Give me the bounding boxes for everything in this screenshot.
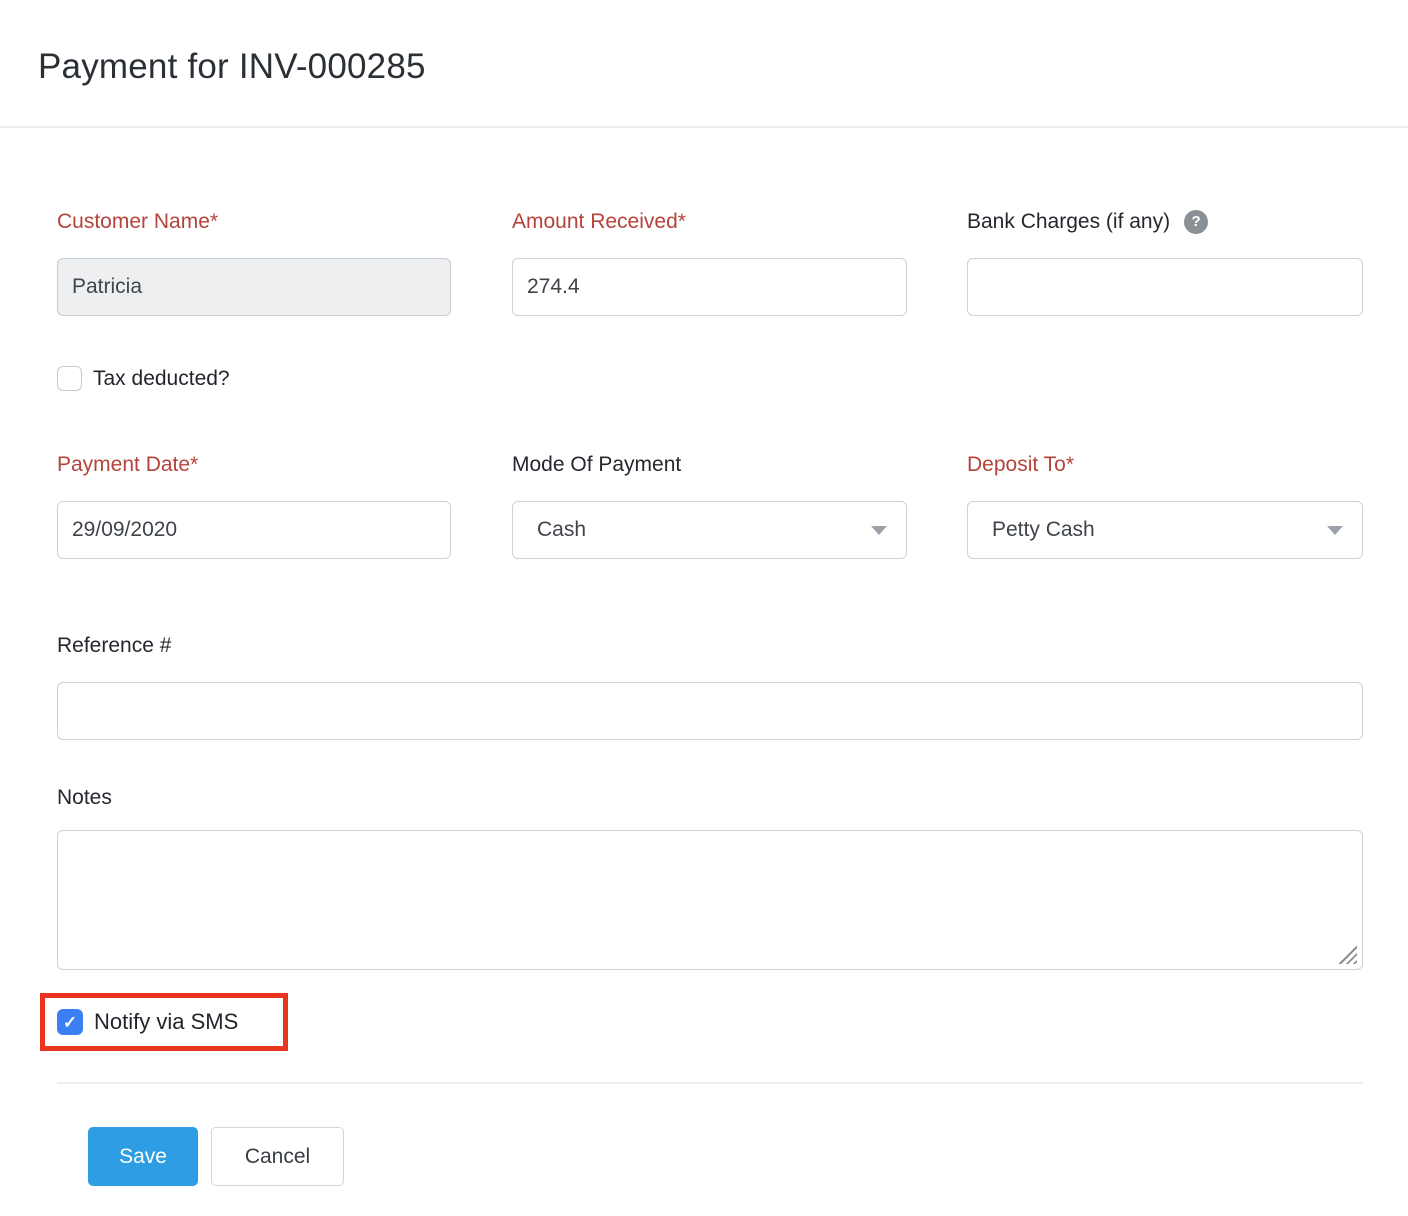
footer-divider <box>57 1082 1363 1084</box>
chevron-down-icon <box>1327 526 1343 535</box>
mode-of-payment-select[interactable]: Cash <box>512 501 907 559</box>
bank-charges-label: Bank Charges (if any) <box>967 210 1170 234</box>
reference-number-input[interactable] <box>57 682 1363 740</box>
notify-sms-label: Notify via SMS <box>94 1009 238 1035</box>
check-icon: ✓ <box>63 1014 77 1031</box>
tax-deducted-label: Tax deducted? <box>93 367 230 391</box>
notify-sms-highlight-annotation: ✓ Notify via SMS <box>40 993 288 1051</box>
field-bank-charges: Bank Charges (if any) ? <box>967 210 1363 316</box>
field-mode-of-payment: Mode Of Payment Cash <box>512 453 907 559</box>
amount-received-input[interactable] <box>512 258 907 316</box>
customer-name-input[interactable] <box>57 258 451 316</box>
chevron-down-icon <box>871 526 887 535</box>
field-deposit-to: Deposit To* Petty Cash <box>967 453 1363 559</box>
deposit-to-value: Petty Cash <box>992 518 1095 542</box>
tax-deducted-row: ✓ Tax deducted? <box>57 366 230 391</box>
cancel-button[interactable]: Cancel <box>211 1127 344 1186</box>
notify-sms-checkbox[interactable]: ✓ <box>57 1009 83 1035</box>
notes-label: Notes <box>57 786 1363 810</box>
customer-name-label: Customer Name* <box>57 210 451 234</box>
save-button[interactable]: Save <box>88 1127 198 1186</box>
field-reference-number: Reference # <box>57 634 1363 740</box>
tax-deducted-checkbox[interactable]: ✓ <box>57 366 82 391</box>
mode-of-payment-label: Mode Of Payment <box>512 453 907 477</box>
header-divider <box>0 126 1408 128</box>
page-title: Payment for INV-000285 <box>38 47 426 87</box>
amount-received-label: Amount Received* <box>512 210 907 234</box>
help-icon[interactable]: ? <box>1184 210 1208 234</box>
notes-field <box>57 830 1363 970</box>
reference-number-label: Reference # <box>57 634 1363 658</box>
field-customer-name: Customer Name* <box>57 210 451 316</box>
payment-date-label: Payment Date* <box>57 453 451 477</box>
payment-date-input[interactable] <box>57 501 451 559</box>
deposit-to-select[interactable]: Petty Cash <box>967 501 1363 559</box>
mode-of-payment-value: Cash <box>537 518 586 542</box>
field-notes-label: Notes <box>57 786 1363 810</box>
deposit-to-label: Deposit To* <box>967 453 1363 477</box>
field-payment-date: Payment Date* <box>57 453 451 559</box>
notes-textarea[interactable] <box>57 830 1363 970</box>
field-amount-received: Amount Received* <box>512 210 907 316</box>
payment-form-page: Payment for INV-000285 Customer Name* Am… <box>0 0 1408 1216</box>
bank-charges-input[interactable] <box>967 258 1363 316</box>
